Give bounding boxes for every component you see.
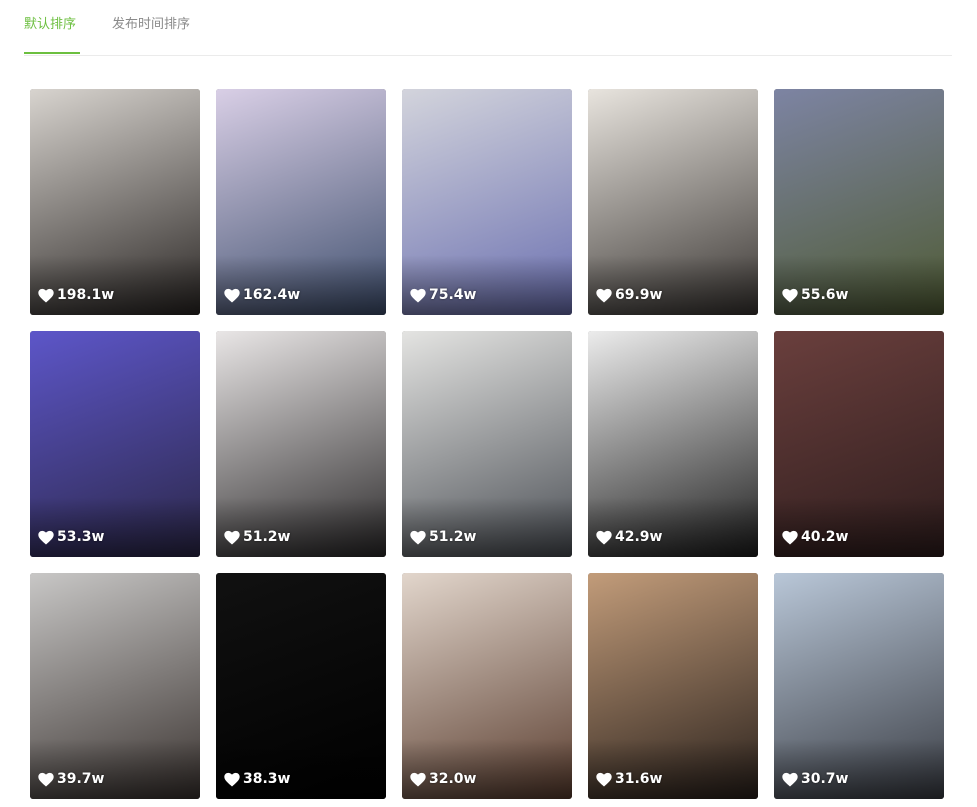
like-count-text: 53.3w	[57, 529, 105, 545]
video-card[interactable]: 51.2w	[216, 331, 386, 557]
like-count-text: 198.1w	[57, 287, 115, 303]
like-count: 51.2w	[410, 528, 476, 546]
video-card[interactable]: 75.4w	[402, 89, 572, 315]
like-count: 39.7w	[38, 770, 104, 788]
active-tab-underline	[24, 52, 80, 54]
like-count: 38.3w	[224, 770, 290, 788]
thumbnail-shade	[774, 255, 944, 315]
heart-icon	[410, 288, 426, 303]
heart-icon	[596, 288, 612, 303]
like-count-text: 55.6w	[801, 287, 849, 303]
like-count: 69.9w	[596, 286, 662, 304]
like-count: 31.6w	[596, 770, 662, 788]
video-card[interactable]: 42.9w	[588, 331, 758, 557]
thumbnail-shade	[588, 255, 758, 315]
thumbnail-shade	[402, 255, 572, 315]
like-count-text: 51.2w	[429, 529, 477, 545]
like-count: 51.2w	[224, 528, 290, 546]
heart-icon	[782, 772, 798, 787]
thumbnail-shade	[216, 255, 386, 315]
heart-icon	[224, 288, 240, 303]
thumbnail-shade	[402, 497, 572, 557]
video-card[interactable]: 39.7w	[30, 573, 200, 799]
thumbnail-shade	[30, 497, 200, 557]
thumbnail-shade	[774, 739, 944, 799]
like-count-text: 162.4w	[243, 287, 301, 303]
like-count-text: 51.2w	[243, 529, 291, 545]
video-card[interactable]: 32.0w	[402, 573, 572, 799]
thumbnail-shade	[216, 497, 386, 557]
heart-icon	[782, 288, 798, 303]
like-count: 53.3w	[38, 528, 104, 546]
video-card[interactable]: 30.7w	[774, 573, 944, 799]
heart-icon	[596, 772, 612, 787]
video-card[interactable]: 51.2w	[402, 331, 572, 557]
heart-icon	[410, 772, 426, 787]
video-card[interactable]: 40.2w	[774, 331, 944, 557]
like-count-text: 75.4w	[429, 287, 477, 303]
heart-icon	[38, 530, 54, 545]
heart-icon	[224, 772, 240, 787]
like-count: 198.1w	[38, 286, 114, 304]
like-count-text: 31.6w	[615, 771, 663, 787]
like-count-text: 32.0w	[429, 771, 477, 787]
like-count: 40.2w	[782, 528, 848, 546]
like-count: 55.6w	[782, 286, 848, 304]
video-card[interactable]: 198.1w	[30, 89, 200, 315]
heart-icon	[38, 288, 54, 303]
like-count-text: 30.7w	[801, 771, 849, 787]
video-card[interactable]: 69.9w	[588, 89, 758, 315]
like-count: 30.7w	[782, 770, 848, 788]
like-count: 32.0w	[410, 770, 476, 788]
thumbnail-shade	[216, 739, 386, 799]
sort-tabs: 默认排序 发布时间排序	[24, 0, 952, 56]
heart-icon	[38, 772, 54, 787]
thumbnail-shade	[588, 497, 758, 557]
thumbnail-shade	[30, 255, 200, 315]
video-card[interactable]: 55.6w	[774, 89, 944, 315]
heart-icon	[782, 530, 798, 545]
thumbnail-shade	[30, 739, 200, 799]
video-card[interactable]: 162.4w	[216, 89, 386, 315]
video-card[interactable]: 53.3w	[30, 331, 200, 557]
heart-icon	[410, 530, 426, 545]
like-count-text: 38.3w	[243, 771, 291, 787]
tab-publish-time-sort[interactable]: 发布时间排序	[112, 17, 190, 33]
like-count-text: 42.9w	[615, 529, 663, 545]
thumbnail-shade	[774, 497, 944, 557]
tab-default-sort[interactable]: 默认排序	[24, 17, 76, 33]
heart-icon	[224, 530, 240, 545]
like-count-text: 39.7w	[57, 771, 105, 787]
video-card[interactable]: 31.6w	[588, 573, 758, 799]
like-count: 42.9w	[596, 528, 662, 546]
thumbnail-shade	[588, 739, 758, 799]
like-count: 162.4w	[224, 286, 300, 304]
video-card[interactable]: 38.3w	[216, 573, 386, 799]
heart-icon	[596, 530, 612, 545]
thumbnail-shade	[402, 739, 572, 799]
like-count: 75.4w	[410, 286, 476, 304]
like-count-text: 69.9w	[615, 287, 663, 303]
like-count-text: 40.2w	[801, 529, 849, 545]
